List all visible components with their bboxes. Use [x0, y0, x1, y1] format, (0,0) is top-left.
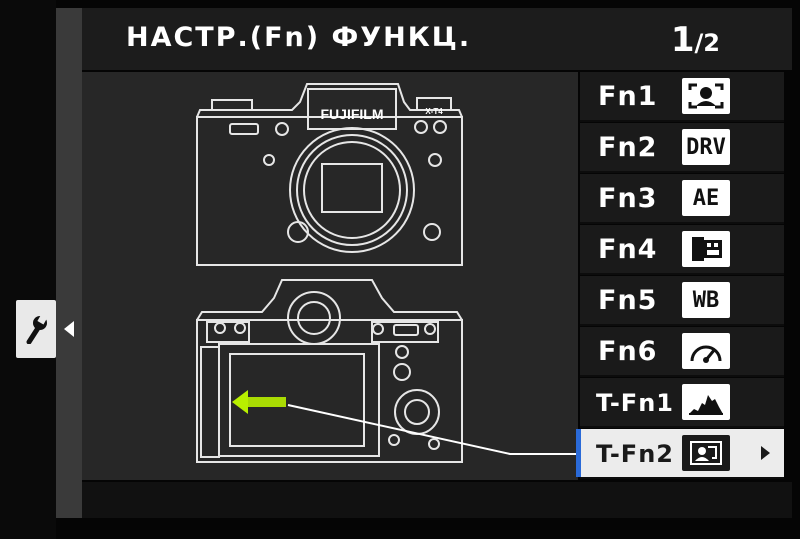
left-rail: [0, 0, 56, 539]
setup-tab[interactable]: [16, 300, 56, 358]
sensor: [321, 163, 383, 213]
camera-illustration-panel: FUJIFILM X-T4: [82, 72, 578, 480]
footer-bar: [82, 482, 792, 518]
menu-item-fn4[interactable]: Fn4: [580, 225, 784, 275]
eyecup: [287, 291, 341, 345]
chevron-right-icon: [761, 446, 770, 460]
menu-item-label: Fn4: [598, 234, 658, 265]
menu-item-t-fn2[interactable]: T-Fn2: [576, 429, 784, 479]
page-title: НАСТР.(Fn) ФУНКЦ.: [126, 22, 472, 53]
menu-item-fn6[interactable]: Fn6: [580, 327, 784, 377]
left-rail-strip: [56, 8, 82, 518]
menu-item-label: Fn2: [598, 132, 658, 163]
page-indicator: 1/2: [671, 20, 720, 60]
performance-gauge-icon: [682, 333, 730, 369]
selection-indicator: [576, 429, 581, 477]
menu-item-t-fn1[interactable]: T-Fn1: [580, 378, 784, 428]
page-total: /2: [694, 29, 720, 57]
face-detect-icon: [682, 78, 730, 114]
white-balance-icon: WB: [682, 282, 730, 318]
menu-item-label: T-Fn1: [596, 389, 674, 417]
live-view-icon: [682, 435, 730, 471]
menu-item-label: T-Fn2: [596, 440, 674, 468]
menu-item-fn1[interactable]: Fn1: [580, 72, 784, 122]
back-dpad: [394, 389, 440, 435]
menu-item-fn3[interactable]: Fn3 AE: [580, 174, 784, 224]
camera-diagram: FUJIFILM X-T4: [196, 83, 578, 463]
tab-pointer-icon: [64, 321, 74, 337]
fn-menu: Fn1 Fn2 DRV Fn3 AE Fn4 Fn5 WB Fn6 T-Fn1 …: [576, 72, 786, 480]
brand-logo: FUJIFILM: [321, 106, 384, 122]
film-simulation-icon: [682, 231, 730, 267]
header: НАСТР.(Fn) ФУНКЦ. 1/2: [82, 8, 792, 70]
menu-item-fn5[interactable]: Fn5 WB: [580, 276, 784, 326]
page-current: 1: [670, 20, 695, 60]
model-logo: X-T4: [425, 107, 443, 116]
ae-icon: AE: [682, 180, 730, 216]
menu-item-label: Fn6: [598, 336, 658, 367]
drive-icon: DRV: [682, 129, 730, 165]
menu-item-fn2[interactable]: Fn2 DRV: [580, 123, 784, 173]
histogram-icon: [682, 384, 730, 420]
menu-item-label: Fn1: [598, 81, 658, 112]
swipe-left-arrow-icon: [232, 390, 286, 414]
menu-item-label: Fn3: [598, 183, 658, 214]
wrench-icon: [26, 314, 47, 344]
menu-item-label: Fn5: [598, 285, 658, 316]
